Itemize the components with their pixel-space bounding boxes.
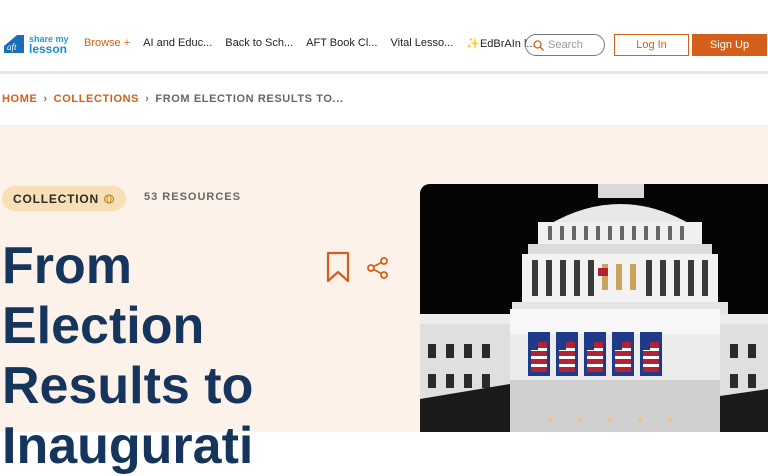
search-icon — [533, 39, 544, 51]
aft-logo-icon: aft — [4, 35, 24, 53]
page-title: From Election Results to Inaugurati — [2, 236, 302, 476]
resource-count: 53 RESOURCES — [144, 191, 241, 203]
share-icon[interactable] — [366, 256, 390, 280]
capitol-illustration — [420, 184, 768, 432]
title-line: Inaugurati — [2, 417, 254, 475]
main-nav: Browse + AI and Educ... Back to Sch... A… — [84, 37, 549, 50]
login-button[interactable]: Log In — [614, 34, 689, 56]
svg-text:aft: aft — [7, 42, 17, 52]
title-line: Results to — [2, 357, 254, 415]
breadcrumb: HOME › COLLECTIONS › FROM ELECTION RESUL… — [2, 93, 344, 105]
nav-item-ai[interactable]: AI and Educ... — [143, 37, 212, 50]
breadcrumb-separator: › — [145, 93, 150, 105]
signup-button[interactable]: Sign Up — [692, 34, 767, 56]
logo-line2: lesson — [29, 42, 68, 56]
site-header: aft share my lesson Browse + AI and Educ… — [0, 0, 768, 74]
title-line: From — [2, 237, 132, 295]
breadcrumb-collections[interactable]: COLLECTIONS — [54, 93, 139, 105]
nav-item-aft-book-club[interactable]: AFT Book Cl... — [306, 37, 377, 50]
breadcrumb-separator: › — [43, 93, 48, 105]
collection-stack-icon — [103, 193, 115, 204]
share-my-lesson-logo[interactable]: aft share my lesson — [3, 31, 69, 57]
title-line: Election — [2, 297, 205, 355]
nav-item-vital-lessons[interactable]: Vital Lesso... — [390, 37, 453, 50]
breadcrumb-home[interactable]: HOME — [2, 93, 37, 105]
nav-item-back-to-school[interactable]: Back to Sch... — [225, 37, 293, 50]
breadcrumb-current: FROM ELECTION RESULTS TO... — [155, 93, 344, 105]
collection-badge: COLLECTION — [2, 186, 126, 211]
collection-badge-label: COLLECTION — [13, 191, 99, 206]
bookmark-icon[interactable] — [326, 251, 350, 283]
search-input[interactable]: Search — [525, 34, 605, 56]
nav-browse[interactable]: Browse + — [84, 37, 130, 50]
search-placeholder: Search — [548, 39, 583, 51]
collection-hero-image — [420, 184, 768, 432]
